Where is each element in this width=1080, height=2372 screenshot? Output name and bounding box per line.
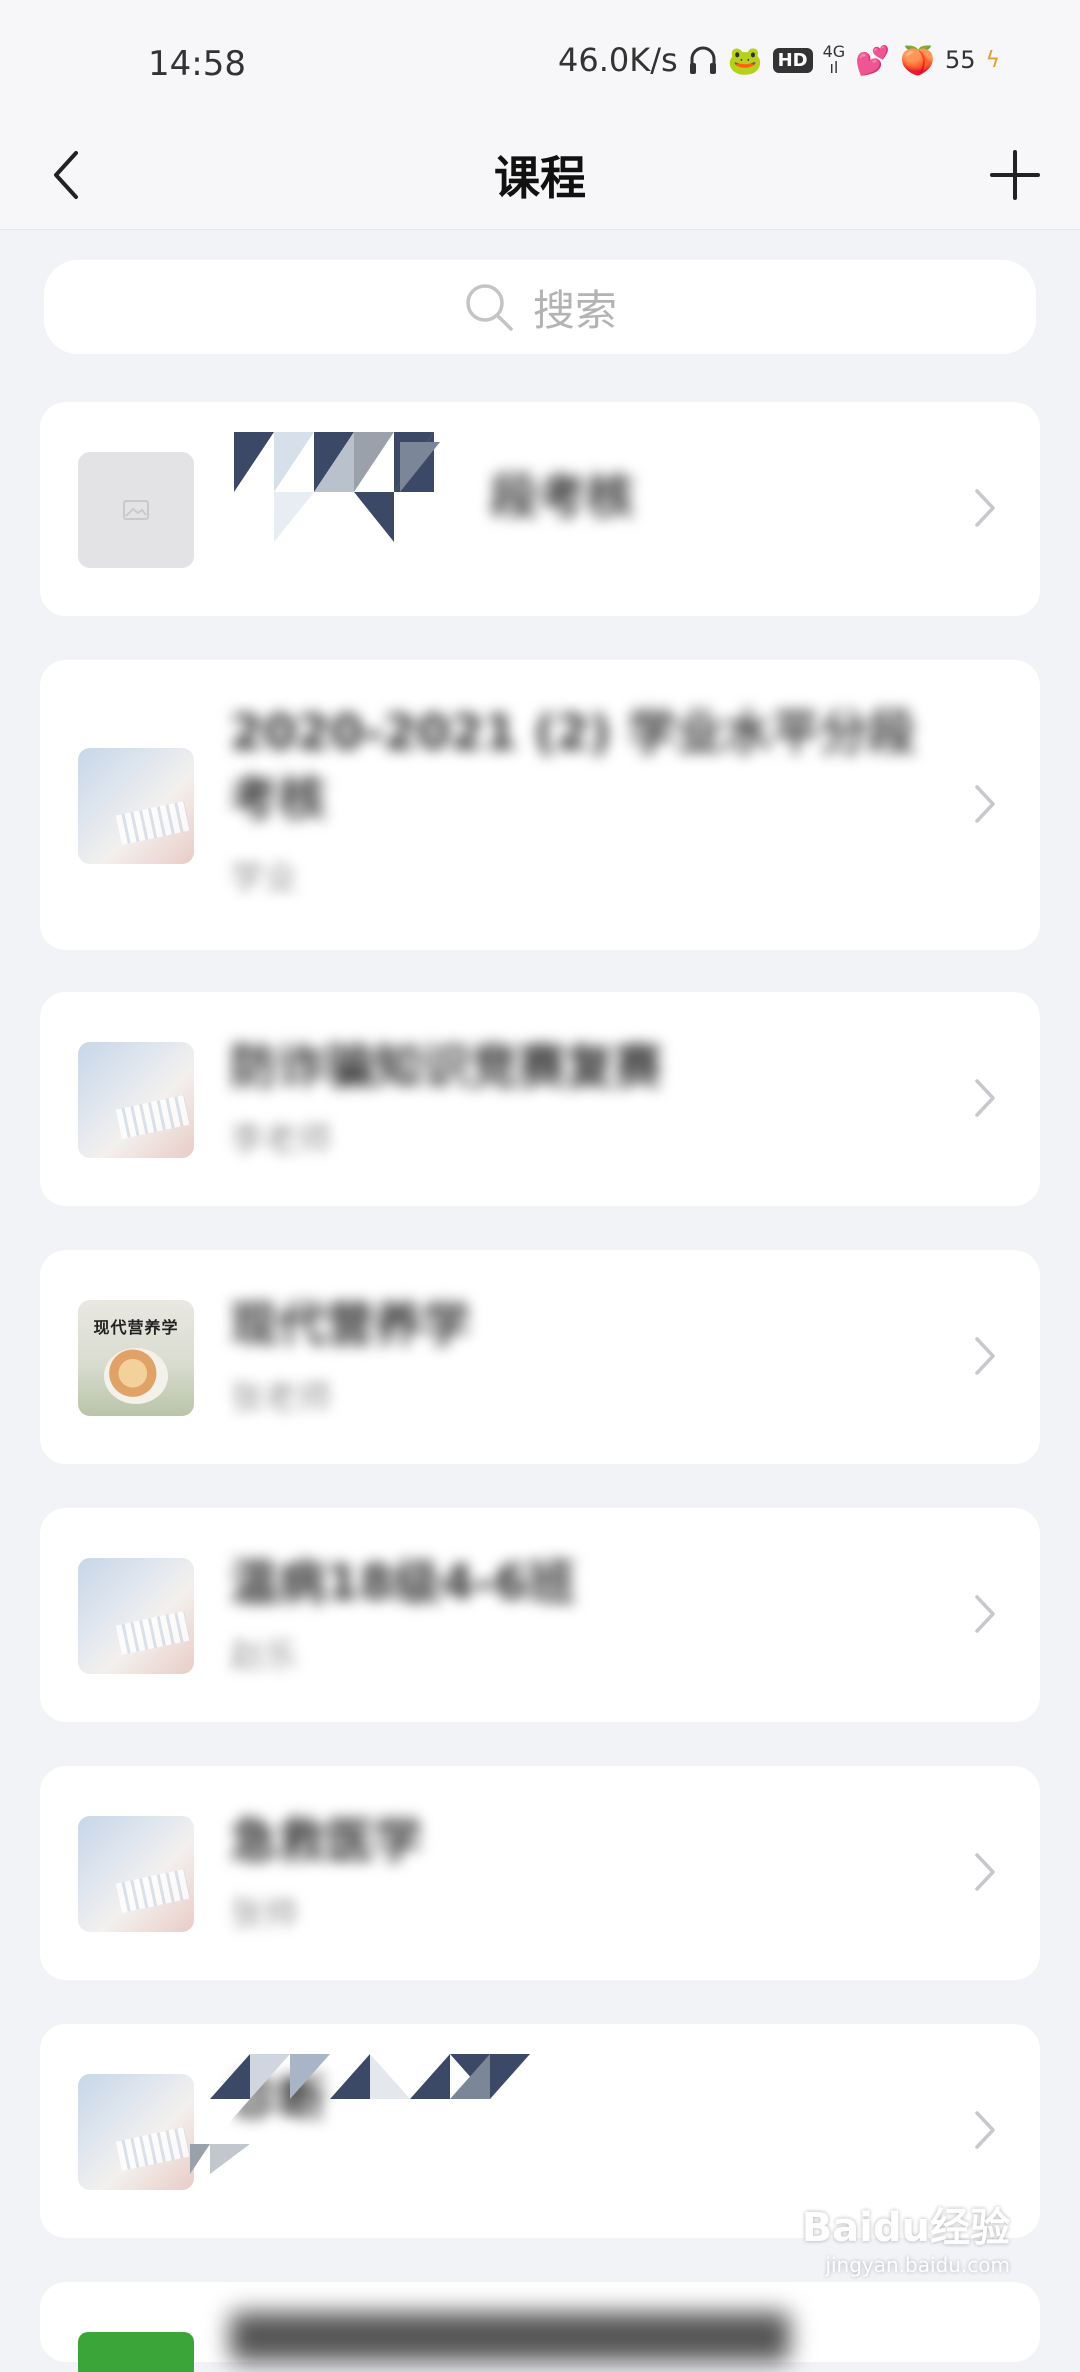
page-title: 课程 — [494, 151, 586, 205]
course-title: 段考核 — [490, 469, 635, 525]
course-title: 温病18级4-6班 — [230, 1555, 576, 1611]
course-card[interactable]: 急救医学 张帅 — [40, 1766, 1040, 1980]
chevron-right-icon — [970, 1852, 1000, 1892]
course-card[interactable]: 段考核 — [40, 402, 1040, 616]
course-card[interactable]: 防诈骗知识竞赛复赛 李老师 — [40, 992, 1040, 1206]
peach-icon: 🍑 — [900, 43, 935, 77]
course-card[interactable]: 现代营养学 现代营养学 张老师 — [40, 1250, 1040, 1464]
course-card[interactable]: 2020-2021 (2) 学业水平分段考核 学业 — [40, 660, 1040, 950]
plus-icon — [990, 150, 1040, 200]
watermark: Baidu经验 jingyan.baidu.com — [802, 2195, 1010, 2277]
chevron-right-icon — [970, 784, 1000, 824]
course-title: 2020-2021 (2) 学业水平分段考核 — [230, 705, 916, 827]
search-input[interactable]: 搜索 — [44, 260, 1036, 354]
course-title-partial — [230, 2312, 790, 2362]
course-thumbnail — [78, 2332, 194, 2372]
watermark-brand: Baidu经验 — [801, 2205, 1010, 2251]
net-speed: 46.0K/s — [558, 41, 678, 79]
battery-level: 55 — [944, 46, 976, 74]
course-thumbnail — [78, 1558, 194, 1674]
chevron-right-icon — [970, 2110, 1000, 2150]
course-title: 现代营养学 — [230, 1297, 471, 1353]
frog-icon: 🐸 — [727, 43, 763, 77]
chevron-right-icon — [970, 1594, 1000, 1634]
course-subtitle: 赵乐 — [230, 1636, 298, 1676]
watermark-url: jingyan.baidu.com — [825, 2253, 1010, 2277]
course-card[interactable]: 温病18级4-6班 赵乐 — [40, 1508, 1040, 1722]
course-subtitle: 李老师 — [230, 1120, 332, 1160]
status-bar: 14:58 46.0K/s 🐸 HD 4G ıl 💕 🍑 55 ϟ — [0, 0, 1080, 120]
headphones-icon — [688, 44, 718, 76]
redaction-mosaic — [234, 432, 440, 542]
charging-icon: ϟ — [985, 47, 1000, 73]
add-course-button[interactable] — [980, 140, 1050, 210]
course-thumbnail — [78, 1042, 194, 1158]
chevron-right-icon — [970, 1078, 1000, 1118]
nav-bar: 课程 — [0, 120, 1080, 230]
food-plate-image — [104, 1348, 168, 1404]
chevron-right-icon — [970, 488, 1000, 528]
hd-badge: HD — [772, 47, 813, 73]
course-thumbnail — [78, 2074, 194, 2190]
search-icon — [466, 284, 513, 331]
course-title: 防诈骗知识竞赛复赛 — [230, 1039, 663, 1095]
chevron-right-icon — [970, 1336, 1000, 1376]
course-subtitle: 张老师 — [230, 1378, 332, 1418]
signal-bars-icon: ıl — [829, 58, 839, 77]
course-subtitle: 学业 — [230, 858, 298, 898]
search-placeholder: 搜索 — [532, 285, 617, 335]
course-thumbnail — [78, 1816, 194, 1932]
hearts-icon: 💕 — [855, 43, 891, 77]
signal-icon: 4G ıl — [823, 44, 846, 76]
course-title: 急救医学 — [230, 1813, 423, 1869]
course-thumbnail: 现代营养学 — [78, 1300, 194, 1416]
course-card[interactable] — [40, 2282, 1040, 2372]
thumbnail-book-title: 现代营养学 — [93, 1318, 179, 1337]
course-thumbnail — [78, 748, 194, 864]
course-subtitle: 张帅 — [230, 1894, 298, 1934]
status-icons: 46.0K/s 🐸 HD 4G ıl 💕 🍑 55 ϟ — [558, 40, 1000, 80]
redaction-mosaic — [190, 2054, 530, 2174]
status-time: 14:58 — [148, 44, 246, 84]
